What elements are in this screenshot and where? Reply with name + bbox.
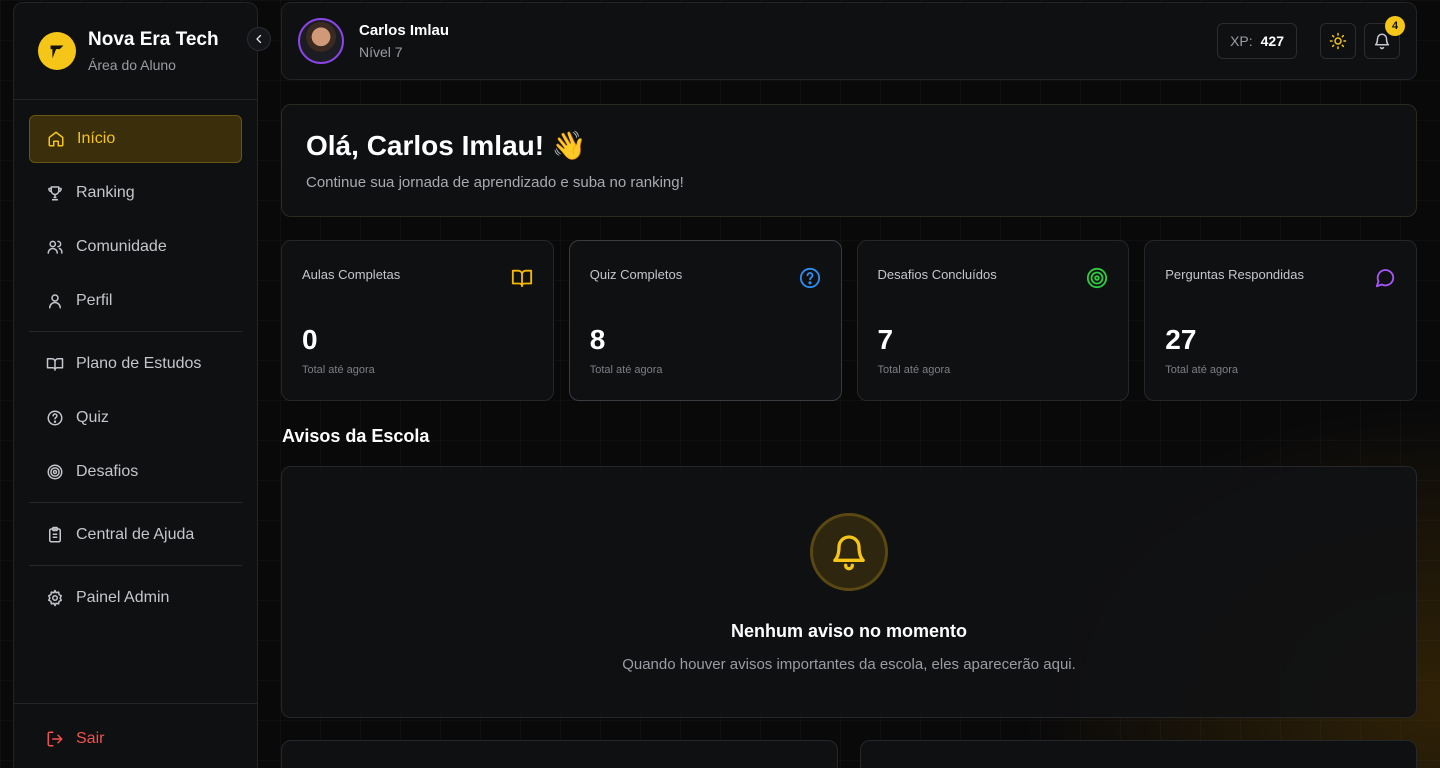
stat-card-perguntas: Perguntas Respondidas 27 Total até agora xyxy=(1144,240,1417,401)
stat-title: Aulas Completas xyxy=(302,267,401,282)
book-icon xyxy=(46,358,64,371)
trophy-icon xyxy=(48,186,62,201)
xp-label: XP: xyxy=(1230,33,1253,49)
welcome-card: Olá, Carlos Imlau! 👋 Continue sua jornad… xyxy=(281,104,1417,217)
logout-label: Sair xyxy=(76,730,105,747)
sidebar-item-quiz[interactable]: Quiz xyxy=(29,394,242,442)
stat-card-desafios: Desafios Concluídos 7 Total até agora xyxy=(856,240,1130,401)
help-circle-icon xyxy=(47,410,63,426)
sidebar-item-ranking[interactable]: Ranking xyxy=(29,169,242,217)
bell-icon xyxy=(833,535,865,571)
gear-icon xyxy=(47,589,63,607)
sidebar-item-label: Comunidade xyxy=(76,238,167,255)
notices-empty-text: Quando houver avisos importantes da esco… xyxy=(622,656,1076,673)
bell-icon xyxy=(1374,33,1390,50)
sidebar-nav: Início Ranking Comunidade Perfil Plano d… xyxy=(14,100,257,622)
stat-value: 0 xyxy=(302,324,318,355)
stats-row: Aulas Completas 0 Total até agora Quiz C… xyxy=(281,240,1417,401)
sidebar-item-inicio[interactable]: Início xyxy=(29,115,242,163)
user-level: Nível 7 xyxy=(359,44,403,60)
notification-badge: 4 xyxy=(1385,16,1405,36)
sidebar-item-comunidade[interactable]: Comunidade xyxy=(29,223,242,271)
xp-value: 427 xyxy=(1260,33,1284,49)
sidebar-item-painel-admin[interactable]: Painel Admin xyxy=(29,574,242,622)
user-name: Carlos Imlau xyxy=(359,22,450,39)
stat-subtitle: Total até agora xyxy=(877,364,951,376)
brand-name: Nova Era Tech xyxy=(88,29,219,50)
nav-divider xyxy=(29,502,242,503)
sidebar-item-label: Início xyxy=(77,130,116,147)
welcome-title: Olá, Carlos Imlau! 👋 xyxy=(306,130,587,161)
theme-toggle-button[interactable] xyxy=(1320,23,1356,59)
target-icon xyxy=(47,464,63,480)
stat-title: Perguntas Respondidas xyxy=(1165,267,1305,282)
sidebar: Nova Era Tech Área do Aluno Início Ranki… xyxy=(13,2,271,768)
notices-bell-badge xyxy=(810,513,888,591)
collapse-sidebar-button[interactable] xyxy=(247,27,271,51)
stat-subtitle: Total até agora xyxy=(302,364,375,376)
sidebar-item-perfil[interactable]: Perfil xyxy=(29,277,242,325)
xp-display: XP: 427 xyxy=(1217,23,1297,59)
topbar: Carlos Imlau Nível 7 XP: 427 4 xyxy=(281,2,1417,80)
sidebar-item-plano-de-estudos[interactable]: Plano de Estudos xyxy=(29,340,242,388)
brand-subtitle: Área do Aluno xyxy=(88,57,176,73)
stat-subtitle: Total até agora xyxy=(1165,364,1239,376)
avatar[interactable] xyxy=(298,18,344,64)
notifications-button[interactable]: 4 xyxy=(1364,16,1405,59)
stat-value: 7 xyxy=(877,324,894,355)
chevron-left-icon xyxy=(256,34,262,44)
message-circle-icon xyxy=(1375,269,1395,288)
help-circle-icon xyxy=(799,267,820,289)
sidebar-item-central-de-ajuda[interactable]: Central de Ajuda xyxy=(29,511,242,559)
notices-empty-title: Nenhum aviso no momento xyxy=(730,621,968,641)
stat-value: 27 xyxy=(1165,324,1197,355)
sidebar-item-label: Painel Admin xyxy=(76,589,170,606)
sidebar-item-label: Desafios xyxy=(76,463,139,480)
logout-button[interactable]: Sair xyxy=(14,703,257,768)
stat-title: Quiz Completos xyxy=(589,267,683,282)
logout-icon xyxy=(47,731,63,747)
sidebar-item-label: Quiz xyxy=(76,409,109,426)
welcome-subtitle: Continue sua jornada de aprendizado e su… xyxy=(306,174,684,191)
stat-subtitle: Total até agora xyxy=(589,364,663,376)
users-icon xyxy=(47,240,63,254)
user-icon xyxy=(49,294,61,309)
sidebar-item-label: Perfil xyxy=(76,292,113,309)
brand-logo-icon xyxy=(38,32,76,70)
nav-divider xyxy=(29,331,242,332)
sidebar-item-desafios[interactable]: Desafios xyxy=(29,448,242,496)
sidebar-item-label: Plano de Estudos xyxy=(76,355,202,372)
bottom-card-left xyxy=(281,740,838,768)
clipboard-icon xyxy=(49,526,61,543)
brand: Nova Era Tech Área do Aluno xyxy=(14,3,257,100)
target-icon xyxy=(1087,267,1108,289)
notices-card: Nenhum aviso no momento Quando houver av… xyxy=(281,466,1417,718)
stat-value: 8 xyxy=(589,324,606,355)
stat-title: Desafios Concluídos xyxy=(877,267,997,282)
stat-card-aulas: Aulas Completas 0 Total até agora xyxy=(281,240,554,401)
bottom-card-right xyxy=(860,740,1417,768)
nav-divider xyxy=(29,565,242,566)
stat-card-quiz: Quiz Completos 8 Total até agora xyxy=(568,240,842,401)
sun-icon xyxy=(1329,32,1347,50)
notices-section-title: Avisos da Escola xyxy=(282,426,430,446)
sidebar-item-label: Central de Ajuda xyxy=(76,526,195,543)
book-open-icon xyxy=(511,269,532,288)
home-icon xyxy=(48,131,64,147)
sidebar-item-label: Ranking xyxy=(76,184,135,201)
